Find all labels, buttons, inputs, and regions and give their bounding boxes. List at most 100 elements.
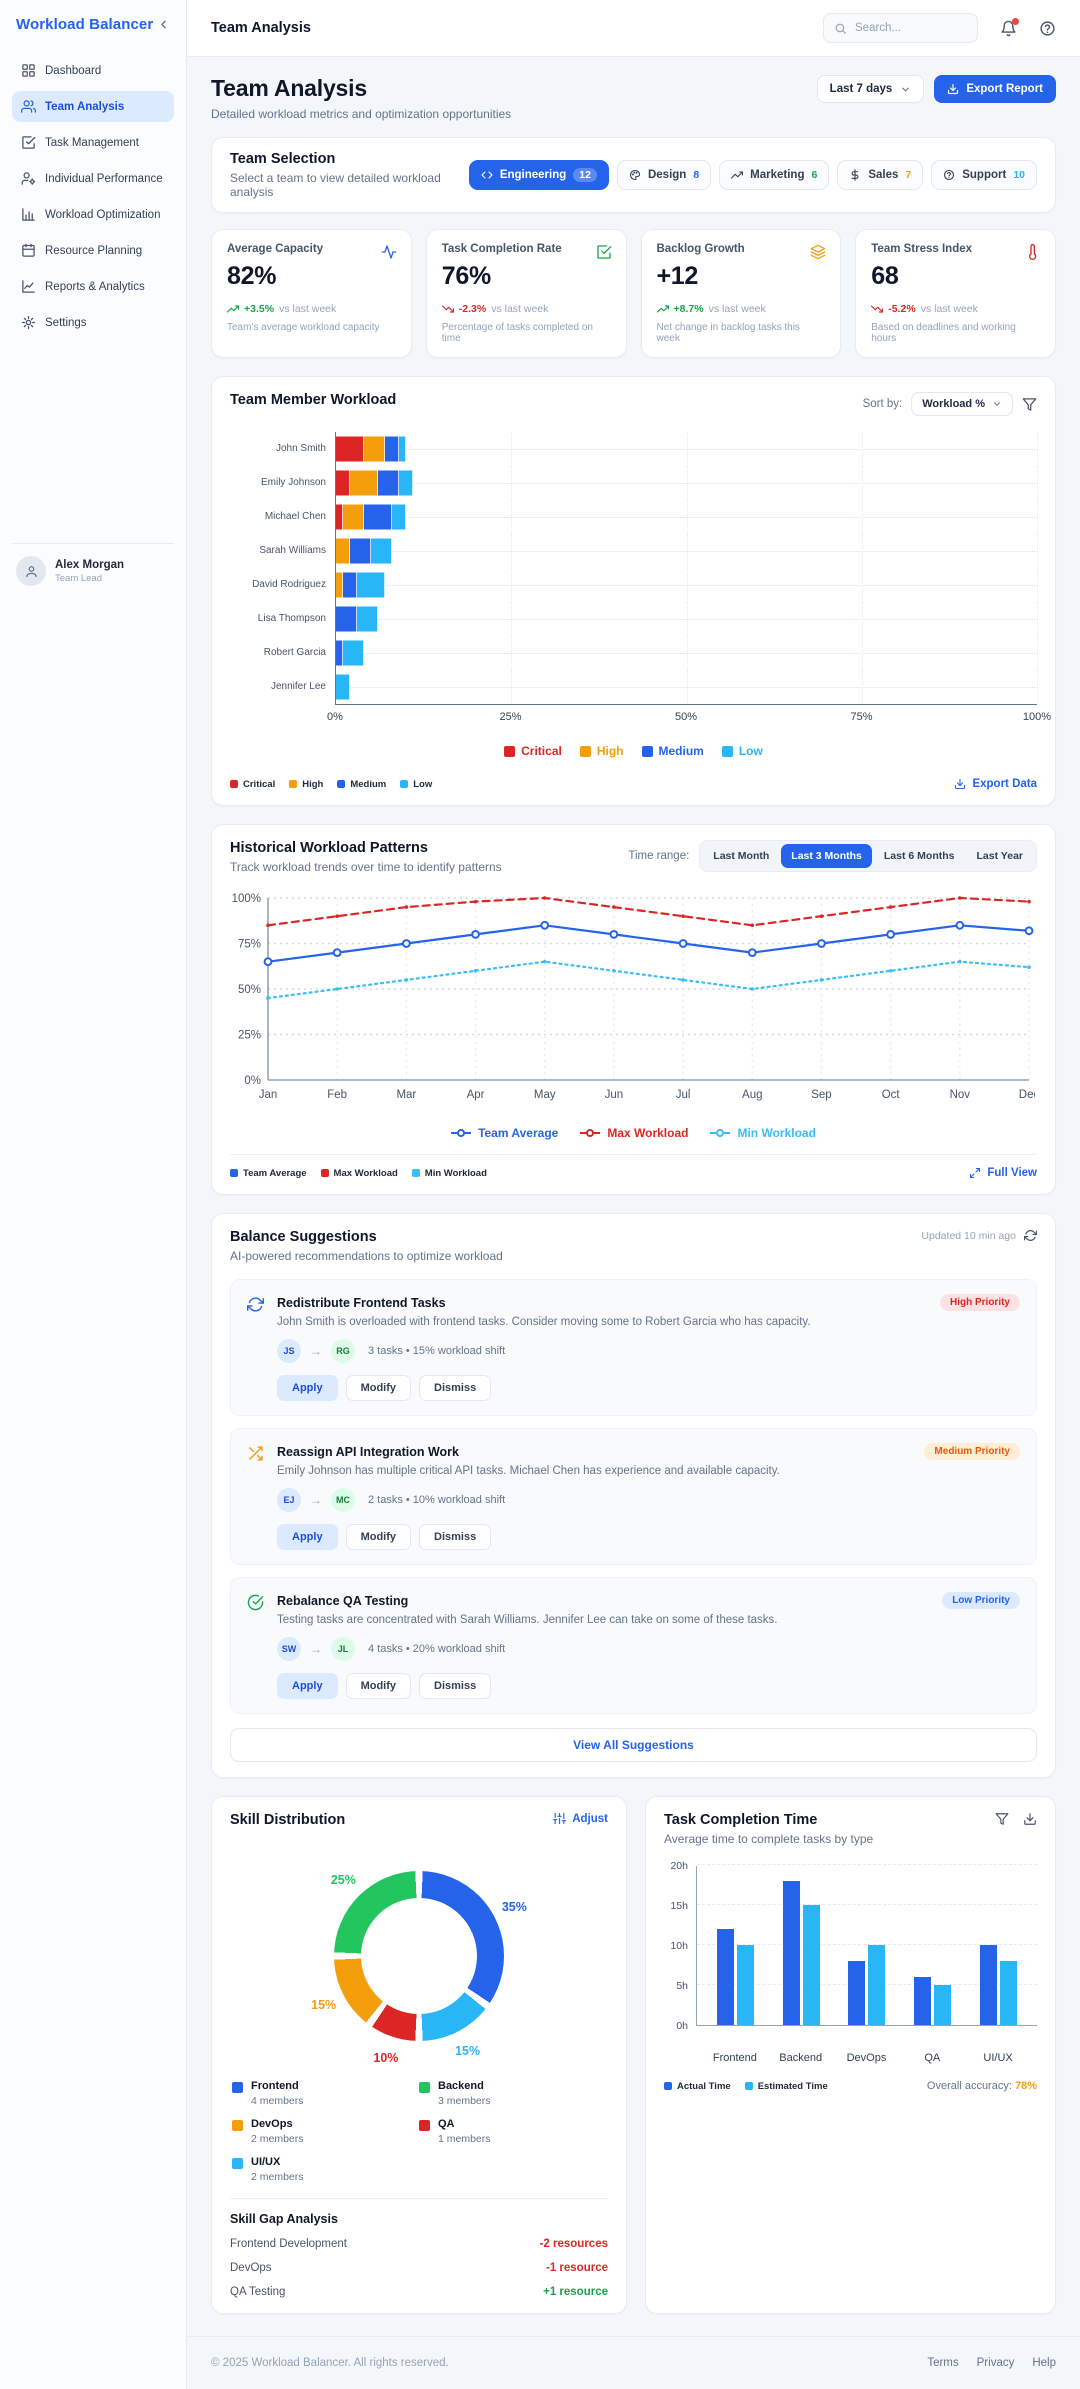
team-button-marketing[interactable]: Marketing 6 xyxy=(719,160,830,190)
sort-select[interactable]: Workload % xyxy=(911,392,1013,416)
apply-button[interactable]: Apply xyxy=(277,1524,338,1550)
x-tick-label: QA xyxy=(924,2052,941,2064)
dismiss-button[interactable]: Dismiss xyxy=(419,1375,492,1401)
team-member-workload-card: Team Member Workload Sort by: Workload %… xyxy=(211,376,1056,806)
v-gridline xyxy=(1037,466,1038,500)
chevron-down-icon xyxy=(992,399,1002,409)
arrow-right-icon: → xyxy=(310,1344,322,1358)
team-button-sales[interactable]: Sales 7 xyxy=(837,160,924,190)
skill-distribution-card: Skill Distribution Adjust 35% 15% 10% 15% 25… xyxy=(211,1796,627,2314)
skill-member-count: 4 members xyxy=(251,2095,304,2107)
apply-button[interactable]: Apply xyxy=(277,1375,338,1401)
svg-text:Jan: Jan xyxy=(259,1089,278,1101)
suggestion-header: Redistribute Frontend Tasks High Priority xyxy=(277,1294,1020,1311)
legend-swatch xyxy=(230,1169,238,1177)
sidebar-item-settings[interactable]: Settings xyxy=(12,307,174,338)
legend-label: Max Workload xyxy=(333,1167,398,1179)
view-all-suggestions-button[interactable]: View All Suggestions xyxy=(230,1728,1037,1762)
sidebar-item-reports-analytics[interactable]: Reports & Analytics xyxy=(12,271,174,302)
x-tick-label: 100% xyxy=(1022,711,1052,723)
help-icon[interactable] xyxy=(1039,20,1056,37)
team-count: 12 xyxy=(573,168,597,182)
sidebar-user[interactable]: Alex Morgan Team Lead xyxy=(12,543,174,586)
legend-swatch xyxy=(320,1169,329,1177)
sidebar-collapse-icon[interactable] xyxy=(157,18,170,31)
legend-label: Critical xyxy=(243,778,276,790)
sidebar-item-task-management[interactable]: Task Management xyxy=(12,127,174,158)
footer-link-privacy[interactable]: Privacy xyxy=(977,2357,1015,2369)
legend-item-team-average[interactable]: Team Average xyxy=(451,1126,558,1140)
team-name: Marketing xyxy=(750,169,805,181)
series-marker-icon xyxy=(580,1128,601,1138)
gap-skill-name: DevOps xyxy=(230,2262,272,2274)
sidebar-item-team-analysis[interactable]: Team Analysis xyxy=(12,91,174,122)
bar-segment-high xyxy=(350,470,379,496)
time-range-last-3-months[interactable]: Last 3 Months xyxy=(781,844,872,868)
footer-links: Terms Privacy Help xyxy=(927,2357,1056,2369)
bar-segment-low xyxy=(399,470,414,496)
dismiss-button[interactable]: Dismiss xyxy=(419,1673,492,1699)
completion-subtitle: Average time to complete tasks by type xyxy=(664,1832,874,1846)
footer-link-help[interactable]: Help xyxy=(1032,2357,1056,2369)
filter-icon[interactable] xyxy=(995,1812,1009,1826)
suggestion-actions: Apply Modify Dismiss xyxy=(277,1673,1020,1699)
adjust-button[interactable]: Adjust xyxy=(553,1812,608,1825)
page-title: Team Analysis xyxy=(211,75,367,101)
suggestion-description: Testing tasks are concentrated with Sara… xyxy=(277,1614,778,1626)
metric-delta-period: vs last week xyxy=(491,303,549,315)
footer-link-terms[interactable]: Terms xyxy=(927,2357,958,2369)
modify-button[interactable]: Modify xyxy=(345,1524,412,1550)
time-range-label: Time range: xyxy=(628,850,690,862)
svg-text:75%: 75% xyxy=(238,939,261,951)
search-box[interactable] xyxy=(823,13,978,43)
time-range-last-month[interactable]: Last Month xyxy=(703,844,779,868)
search-input[interactable] xyxy=(855,22,967,34)
sidebar-item-label: Dashboard xyxy=(45,64,102,77)
export-data-link[interactable]: Export Data xyxy=(954,778,1037,790)
apply-button[interactable]: Apply xyxy=(277,1673,338,1699)
team-button-support[interactable]: Support 10 xyxy=(931,160,1037,190)
team-button-design[interactable]: Design 8 xyxy=(616,160,712,190)
modify-button[interactable]: Modify xyxy=(345,1673,412,1699)
legend-swatch xyxy=(232,2082,243,2093)
date-range-select[interactable]: Last 7 days xyxy=(816,75,925,103)
skill-legend-item: UI/UX 2 members xyxy=(232,2156,419,2183)
time-range-last-year[interactable]: Last Year xyxy=(966,844,1033,868)
suggestion-item: Rebalance QA Testing Low Priority Testing … xyxy=(230,1577,1037,1714)
team-count: 8 xyxy=(693,169,700,181)
sort-by-label: Sort by: xyxy=(862,398,903,410)
skill-name: DevOps xyxy=(251,2118,293,2130)
y-tick-label: 20h xyxy=(670,1860,688,1872)
sidebar-item-dashboard[interactable]: Dashboard xyxy=(12,55,174,86)
legend-label: Min Workload xyxy=(424,1167,487,1179)
full-view-link[interactable]: Full View xyxy=(969,1167,1037,1179)
bar-group-devops xyxy=(848,1945,886,2025)
skill-member-count: 1 members xyxy=(438,2133,491,2145)
legend-swatch xyxy=(504,745,516,757)
bar-segment-low xyxy=(343,640,365,666)
time-range-last-6-months[interactable]: Last 6 Months xyxy=(874,844,965,868)
skill-name: QA xyxy=(438,2118,455,2130)
topbar: Team Analysis xyxy=(187,0,1080,57)
notifications-bell-icon[interactable] xyxy=(1000,17,1019,37)
team-button-engineering[interactable]: Engineering 12 xyxy=(468,160,609,190)
sidebar-item-workload-optimization[interactable]: Workload Optimization xyxy=(12,199,174,230)
legend-swatch xyxy=(419,2082,430,2093)
metric-cards: Average Capacity 82% +3.5% vs last week Team… xyxy=(211,229,1056,358)
legend-item-min-workload[interactable]: Min Workload xyxy=(710,1126,816,1140)
legend-label: Medium xyxy=(350,778,387,790)
dismiss-button[interactable]: Dismiss xyxy=(419,1524,492,1550)
export-report-button[interactable]: Export Report xyxy=(934,75,1056,103)
legend-label: Medium xyxy=(658,744,704,758)
workload-chart-legend: Critical High Medium Low xyxy=(230,744,1037,758)
modify-button[interactable]: Modify xyxy=(345,1375,412,1401)
bar-group-backend xyxy=(782,1881,820,2025)
refresh-icon[interactable] xyxy=(1024,1229,1037,1242)
svg-text:May: May xyxy=(534,1089,556,1101)
sidebar-item-individual-performance[interactable]: Individual Performance xyxy=(12,163,174,194)
svg-text:Jun: Jun xyxy=(605,1089,624,1101)
filter-icon[interactable] xyxy=(1022,397,1037,412)
download-icon[interactable] xyxy=(1023,1812,1037,1826)
legend-item-max-workload[interactable]: Max Workload xyxy=(580,1126,688,1140)
sidebar-item-resource-planning[interactable]: Resource Planning xyxy=(12,235,174,266)
